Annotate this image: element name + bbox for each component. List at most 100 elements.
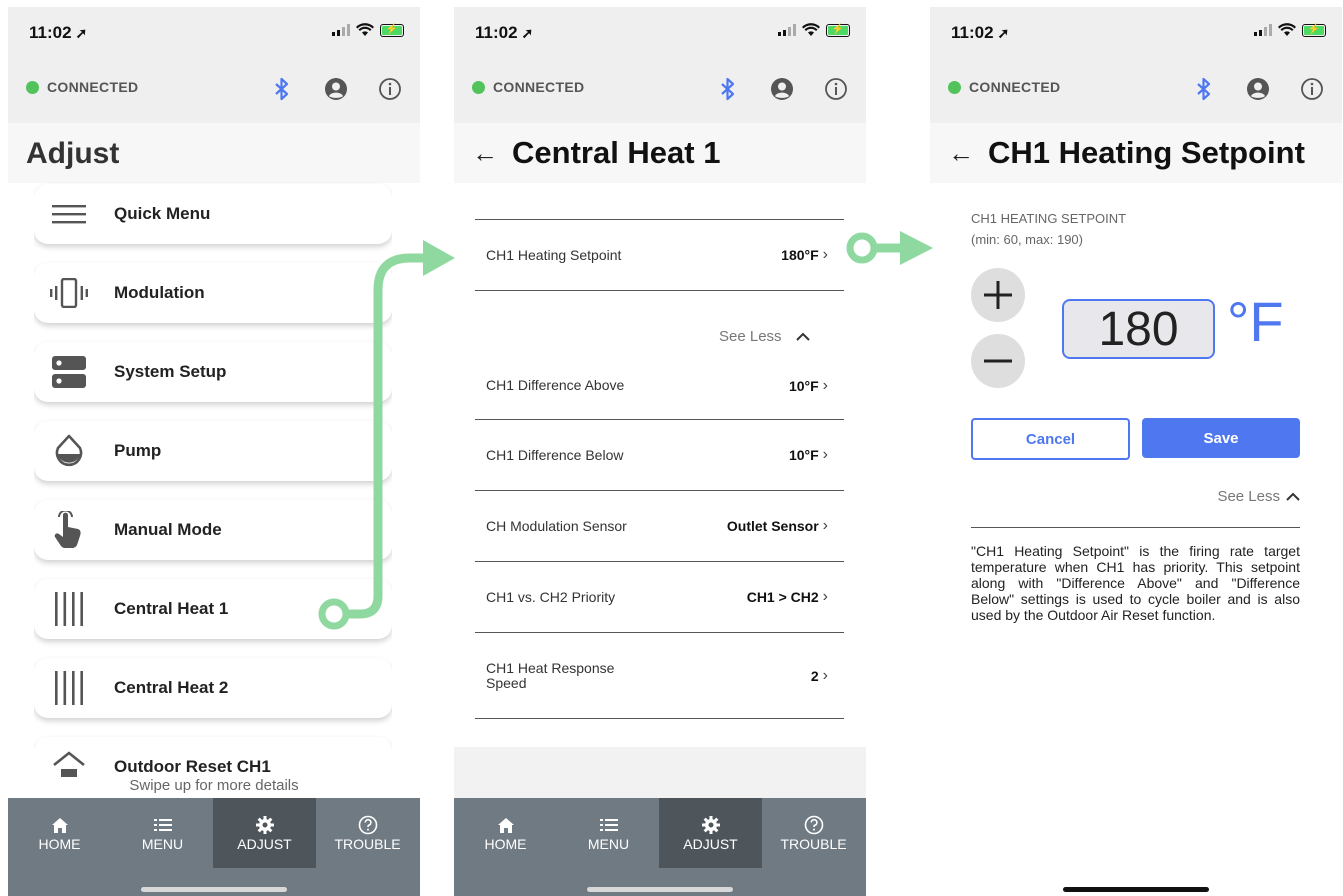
chevron-right-icon: › xyxy=(822,517,828,534)
adjust-screen: 11:02 ➚ ⚡ CONNECTED Adjust Quick Menu Mod… xyxy=(8,7,420,896)
divider xyxy=(971,527,1300,528)
battery-charging-icon: ⚡ xyxy=(826,23,850,37)
chevron-right-icon: › xyxy=(822,446,828,463)
battery-charging-icon: ⚡ xyxy=(1302,23,1326,37)
connection-status: CONNECTED xyxy=(948,79,1060,95)
setpoint-value-input[interactable]: 180 xyxy=(1062,299,1215,359)
save-button[interactable]: Save xyxy=(1142,418,1300,458)
bluetooth-icon[interactable] xyxy=(266,73,298,105)
setting-value: CH1 > CH2 xyxy=(746,589,819,605)
home-indicator xyxy=(587,887,733,892)
cellular-signal-icon xyxy=(332,24,350,36)
back-arrow-icon[interactable]: ← xyxy=(472,138,498,169)
cellular-signal-icon xyxy=(778,24,796,36)
menu-item-modulation[interactable]: Modulation xyxy=(34,263,392,323)
increment-button[interactable] xyxy=(971,268,1025,322)
setting-value: 10°F xyxy=(788,447,819,463)
bluetooth-icon[interactable] xyxy=(1188,73,1220,105)
tab-adjust[interactable]: ADJUST xyxy=(659,798,762,868)
list-icon xyxy=(153,814,172,836)
adjust-menu-list[interactable]: Quick Menu Modulation System Setup Pump … xyxy=(34,182,392,777)
info-icon[interactable] xyxy=(820,73,852,105)
settings-list: CH1 Heating Setpoint 180°F › xyxy=(475,219,844,291)
setting-row-ch1-difference-below[interactable]: CH1 Difference Below 10°F › xyxy=(475,420,844,491)
tab-home[interactable]: HOME xyxy=(8,798,111,868)
tab-bar: HOME MENU ADJUST TROUBLE xyxy=(8,798,420,896)
menu-item-label: Manual Mode xyxy=(114,520,222,539)
menu-item-label: Outdoor Reset CH1 xyxy=(114,757,271,776)
setting-row-ch1-difference-above[interactable]: CH1 Difference Above 10°F › xyxy=(475,352,844,420)
setting-row-ch-modulation-sensor[interactable]: CH Modulation Sensor Outlet Sensor › xyxy=(475,491,844,562)
back-arrow-icon[interactable]: ← xyxy=(948,138,974,169)
bluetooth-icon[interactable] xyxy=(712,73,744,105)
chevron-up-icon xyxy=(1286,492,1300,501)
list-icon xyxy=(599,814,618,836)
tab-menu[interactable]: MENU xyxy=(111,798,214,868)
info-icon[interactable] xyxy=(374,73,406,105)
account-icon[interactable] xyxy=(320,73,352,105)
chevron-right-icon: › xyxy=(822,666,828,684)
house-temp-icon xyxy=(53,751,85,777)
tab-trouble[interactable]: TROUBLE xyxy=(762,798,865,868)
setting-row-ch1-vs-ch2-priority[interactable]: CH1 vs. CH2 Priority CH1 > CH2 › xyxy=(475,562,844,633)
info-icon[interactable] xyxy=(1296,73,1328,105)
setting-value: 10°F xyxy=(788,377,819,394)
decrement-button[interactable] xyxy=(971,334,1025,388)
setting-row-ch1-heating-setpoint[interactable]: CH1 Heating Setpoint 180°F › xyxy=(475,219,844,291)
gear-icon xyxy=(701,814,720,836)
see-less-toggle[interactable]: See Less xyxy=(1217,488,1300,505)
location-icon: ➚ xyxy=(75,25,88,41)
account-icon[interactable] xyxy=(1242,73,1274,105)
connected-dot xyxy=(472,80,485,94)
menu-item-label: Central Heat 1 xyxy=(114,599,229,618)
title-bar: ← CH1 Heating Setpoint xyxy=(930,123,1342,183)
status-bar: 11:02 ➚ ⚡ xyxy=(8,7,420,57)
hamburger-icon xyxy=(52,205,86,224)
connection-bar: CONNECTED xyxy=(930,57,1342,123)
chevron-up-icon xyxy=(795,332,810,341)
setting-label: CH1 Heat Response Speed xyxy=(486,659,615,691)
title-bar: Adjust xyxy=(8,123,420,183)
ch1-heating-setpoint-screen: 11:02 ➚ ⚡ CONNECTED ← CH1 Heating Setpoin… xyxy=(930,7,1342,896)
settings-list-expanded: CH1 Difference Above 10°F › CH1 Differenc… xyxy=(475,352,844,719)
location-icon: ➚ xyxy=(521,25,534,41)
chevron-right-icon: › xyxy=(822,376,828,394)
battery-charging-icon: ⚡ xyxy=(380,23,404,37)
setting-label: CH1 HEATING SETPOINT xyxy=(971,211,1127,226)
central-heat-1-screen: 11:02 ➚ ⚡ CONNECTED ← Central Heat 1 CH1 … xyxy=(454,7,866,896)
account-icon[interactable] xyxy=(766,73,798,105)
menu-item-central-heat-2[interactable]: Central Heat 2 xyxy=(34,658,392,718)
tab-adjust[interactable]: ADJUST xyxy=(213,798,316,868)
menu-item-outdoor-reset-ch1[interactable]: Outdoor Reset CH1 xyxy=(34,737,392,777)
setting-row-ch1-heat-response-speed[interactable]: CH1 Heat Response Speed 2 › xyxy=(475,633,844,719)
wifi-icon xyxy=(356,23,374,36)
home-icon xyxy=(497,814,514,836)
tab-trouble[interactable]: TROUBLE xyxy=(316,798,419,868)
tab-home[interactable]: HOME xyxy=(454,798,557,868)
page-title: Adjust xyxy=(26,137,120,170)
help-circle-icon xyxy=(804,814,824,836)
plus-icon xyxy=(984,281,1012,309)
tab-menu[interactable]: MENU xyxy=(557,798,660,868)
setting-label: CH1 Heating Setpoint xyxy=(486,246,622,263)
menu-item-manual-mode[interactable]: Manual Mode xyxy=(34,500,392,560)
home-indicator xyxy=(1063,887,1209,892)
menu-item-quick-menu[interactable]: Quick Menu xyxy=(34,184,392,244)
setting-range: (min: 60, max: 190) xyxy=(971,232,1083,247)
wifi-icon xyxy=(1278,23,1296,36)
location-icon: ➚ xyxy=(997,25,1010,41)
menu-item-label: System Setup xyxy=(114,362,227,381)
connected-dot xyxy=(26,80,39,94)
menu-item-label: Pump xyxy=(114,441,162,460)
connection-bar: CONNECTED xyxy=(8,57,420,123)
menu-item-central-heat-1[interactable]: Central Heat 1 xyxy=(34,579,392,639)
cancel-button[interactable]: Cancel xyxy=(971,418,1130,460)
title-bar: ← Central Heat 1 xyxy=(454,123,866,183)
connection-bar: CONNECTED xyxy=(454,57,866,123)
see-less-toggle[interactable]: See Less xyxy=(719,328,810,345)
menu-item-system-setup[interactable]: System Setup xyxy=(34,342,392,402)
menu-item-pump[interactable]: Pump xyxy=(34,421,392,481)
setting-label: CH1 Difference Below xyxy=(486,446,624,463)
footer-spacer xyxy=(454,747,866,799)
status-bar: 11:02 ➚ ⚡ xyxy=(930,7,1342,57)
